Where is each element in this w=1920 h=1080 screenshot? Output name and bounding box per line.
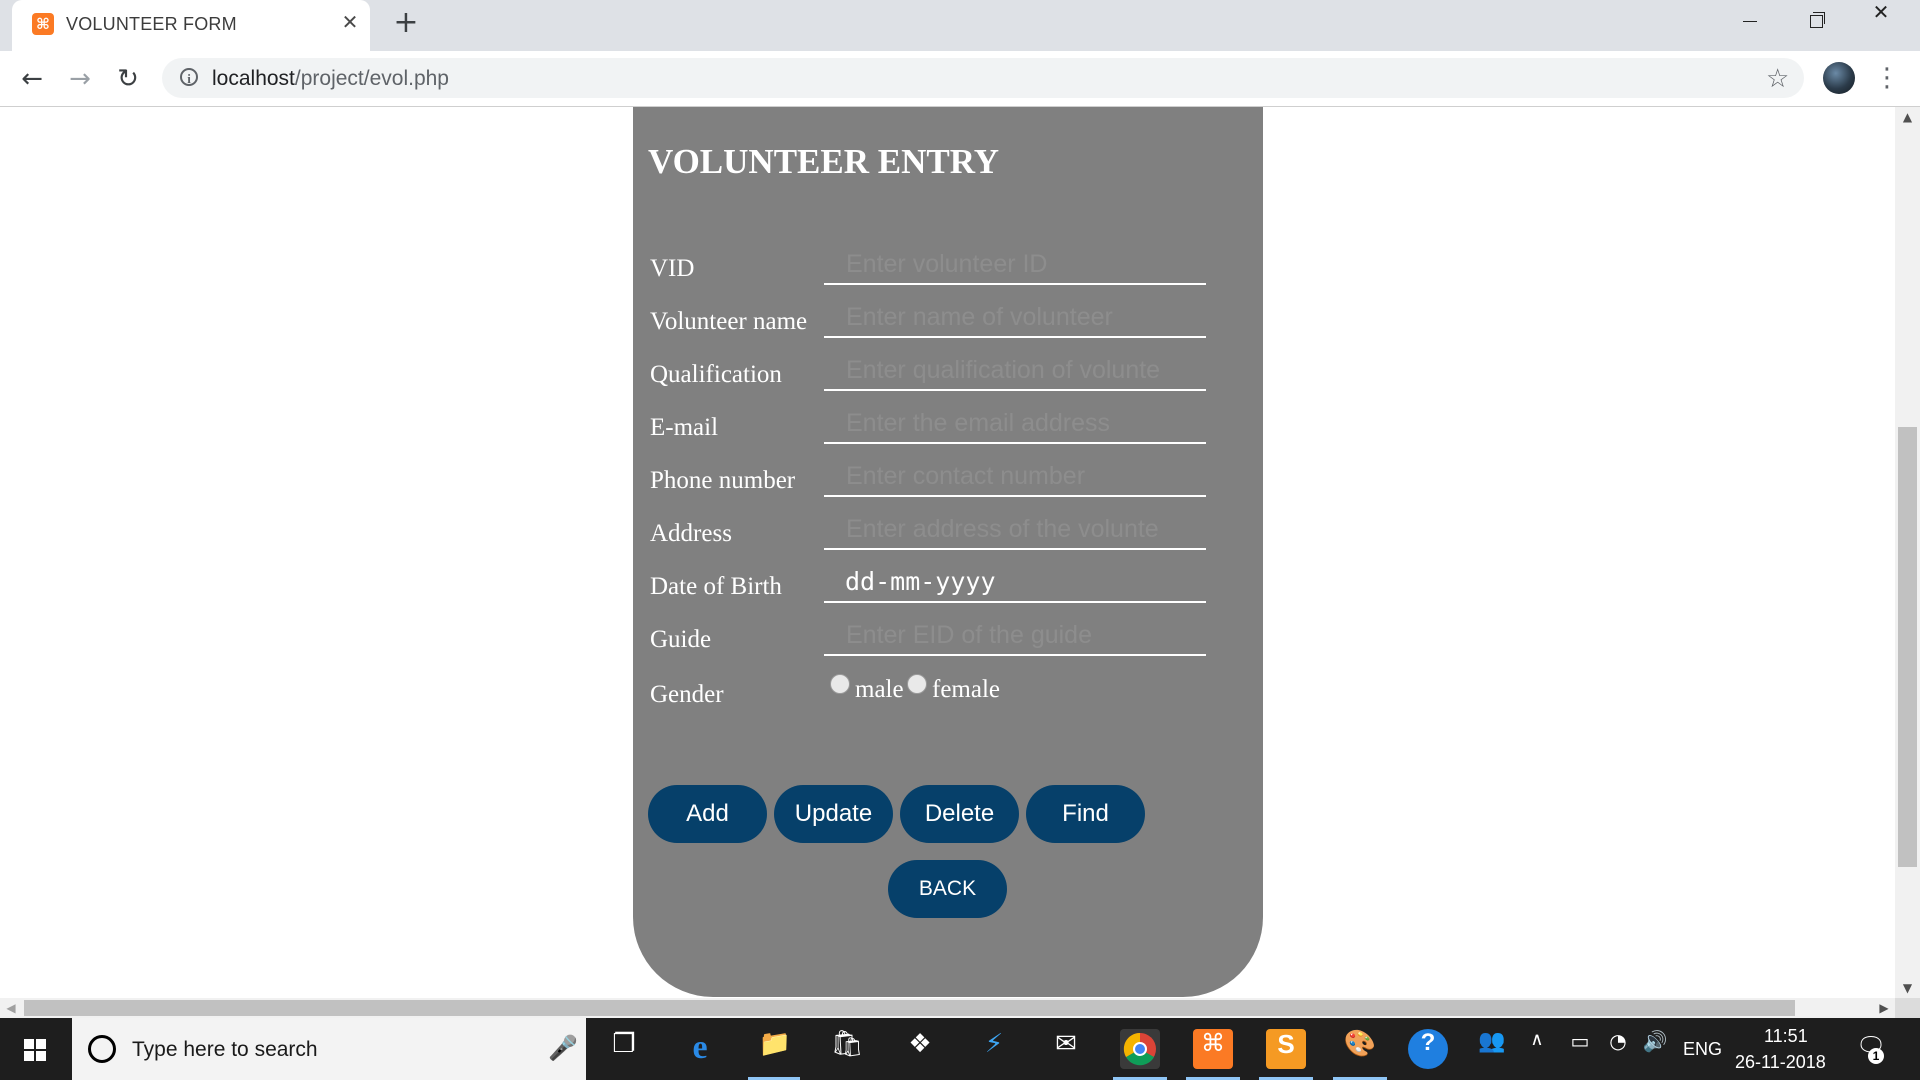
paint-icon[interactable]: 🎨 (1340, 1029, 1380, 1069)
clock-date[interactable]: 26-11-2018 (1735, 1052, 1826, 1073)
email-label: E-mail (650, 414, 719, 441)
show-hidden-icons-icon[interactable]: ∧ (1525, 1029, 1549, 1069)
clock-time[interactable]: 11:51 (1764, 1026, 1808, 1047)
address-bar[interactable]: i localhost/project/evol.php ☆ (162, 58, 1804, 98)
restore-button[interactable] (1782, 0, 1848, 44)
sublime-text-icon[interactable]: S (1266, 1029, 1306, 1069)
dob-input[interactable]: dd-mm-yyyy (824, 563, 1206, 603)
tab-strip: ⌘ VOLUNTEER FORM ✕ + ✕ (0, 0, 1920, 51)
xampp-taskbar-icon[interactable]: ⌘ (1193, 1029, 1233, 1069)
find-button[interactable]: Find (1026, 785, 1145, 843)
task-view-icon[interactable]: ❐ (604, 1029, 644, 1069)
url-host: localhost (212, 67, 295, 90)
gender-label: Gender (650, 681, 724, 708)
phone-number-input[interactable] (824, 457, 1206, 497)
update-button[interactable]: Update (774, 785, 893, 843)
scroll-down-arrow-icon[interactable]: ▼ (1895, 978, 1920, 998)
male-radio[interactable] (830, 674, 850, 694)
guide-label: Guide (650, 626, 712, 653)
browser-toolbar: ← → ↻ i localhost/project/evol.php ☆ ⋮ (0, 51, 1920, 107)
email-input[interactable] (824, 404, 1206, 444)
info-icon[interactable]: i (180, 68, 198, 86)
phone-number-label: Phone number (650, 467, 796, 494)
dob-label: Date of Birth (650, 573, 782, 600)
vertical-scrollbar[interactable]: ▲ ▼ (1895, 107, 1920, 998)
url-path: /project/evol.php (294, 67, 449, 90)
page-viewport: VOLUNTEER ENTRY VID Volunteer name Quali… (0, 107, 1895, 998)
close-window-button[interactable]: ✕ (1848, 0, 1914, 44)
start-button[interactable] (0, 1018, 72, 1080)
horizontal-scroll-thumb[interactable] (24, 1000, 1795, 1016)
edge-icon[interactable]: e (680, 1029, 720, 1069)
back-button[interactable]: BACK (888, 860, 1007, 918)
cortana-icon[interactable] (88, 1035, 116, 1063)
volume-icon[interactable]: 🔊 (1640, 1029, 1670, 1069)
tab-title: VOLUNTEER FORM (66, 14, 237, 34)
xampp-icon: ⌘ (32, 13, 54, 35)
profile-avatar[interactable] (1823, 62, 1855, 94)
reload-icon[interactable]: ↻ (112, 63, 144, 95)
language-indicator[interactable]: ENG (1683, 1018, 1722, 1080)
people-icon[interactable]: 👥 (1472, 1029, 1512, 1069)
new-tab-button[interactable]: + (391, 8, 421, 38)
close-tab-icon[interactable]: ✕ (338, 10, 362, 34)
form-title: VOLUNTEER ENTRY (648, 142, 1000, 181)
scroll-right-arrow-icon[interactable]: ▶ (1873, 998, 1895, 1018)
guide-input[interactable] (824, 616, 1206, 656)
qualification-label: Qualification (650, 361, 782, 388)
search-placeholder: Type here to search (132, 1038, 318, 1061)
kebab-menu-icon[interactable]: ⋮ (1874, 63, 1900, 93)
add-button[interactable]: Add (648, 785, 767, 843)
address-label: Address (650, 520, 732, 547)
vscode-icon[interactable]: ⚡ (974, 1029, 1014, 1069)
forward-arrow-icon[interactable]: → (64, 63, 96, 95)
male-label: male (855, 676, 904, 703)
taskbar-search[interactable]: Type here to search 🎤 (72, 1018, 586, 1080)
browser-tab[interactable]: ⌘ VOLUNTEER FORM ✕ (12, 0, 370, 51)
vid-input[interactable] (824, 245, 1206, 285)
microphone-icon[interactable]: 🎤 (548, 1034, 578, 1062)
dob-value: dd-mm-yyyy (845, 567, 996, 596)
scroll-left-arrow-icon[interactable]: ◀ (0, 998, 22, 1018)
store-icon[interactable]: 🛍 (827, 1029, 867, 1069)
minimize-button[interactable] (1716, 0, 1782, 44)
wifi-icon[interactable]: ◔ (1603, 1029, 1633, 1069)
volunteer-form-panel: VOLUNTEER ENTRY VID Volunteer name Quali… (633, 107, 1263, 997)
back-arrow-icon[interactable]: ← (16, 63, 48, 95)
female-label: female (932, 676, 1001, 703)
notification-badge: 1 (1868, 1048, 1884, 1064)
chrome-icon[interactable] (1120, 1029, 1160, 1069)
scrollbar-corner (1895, 998, 1920, 1018)
windows-taskbar: Type here to search 🎤 ❐ e 📁 🛍 ❖ ⚡ ✉ ⌘ S … (0, 1018, 1920, 1080)
horizontal-scrollbar[interactable]: ◀ ▶ (0, 998, 1895, 1018)
vid-label: VID (650, 255, 695, 282)
volunteer-name-input[interactable] (824, 298, 1206, 338)
mail-icon[interactable]: ✉ (1046, 1029, 1086, 1069)
volunteer-name-label: Volunteer name (650, 308, 808, 335)
scroll-up-arrow-icon[interactable]: ▲ (1895, 107, 1920, 127)
dropbox-icon[interactable]: ❖ (900, 1029, 940, 1069)
qualification-input[interactable] (824, 351, 1206, 391)
female-radio[interactable] (907, 674, 927, 694)
battery-icon[interactable]: ▭ (1565, 1029, 1595, 1069)
help-icon[interactable]: ? (1408, 1029, 1448, 1069)
address-input[interactable] (824, 510, 1206, 550)
vertical-scroll-thumb[interactable] (1898, 427, 1917, 867)
bookmark-star-icon[interactable]: ☆ (1766, 64, 1789, 94)
windows-logo-icon (24, 1039, 46, 1061)
url-text[interactable]: localhost/project/evol.php (212, 67, 449, 91)
file-explorer-icon[interactable]: 📁 (755, 1029, 795, 1069)
delete-button[interactable]: Delete (900, 785, 1019, 843)
